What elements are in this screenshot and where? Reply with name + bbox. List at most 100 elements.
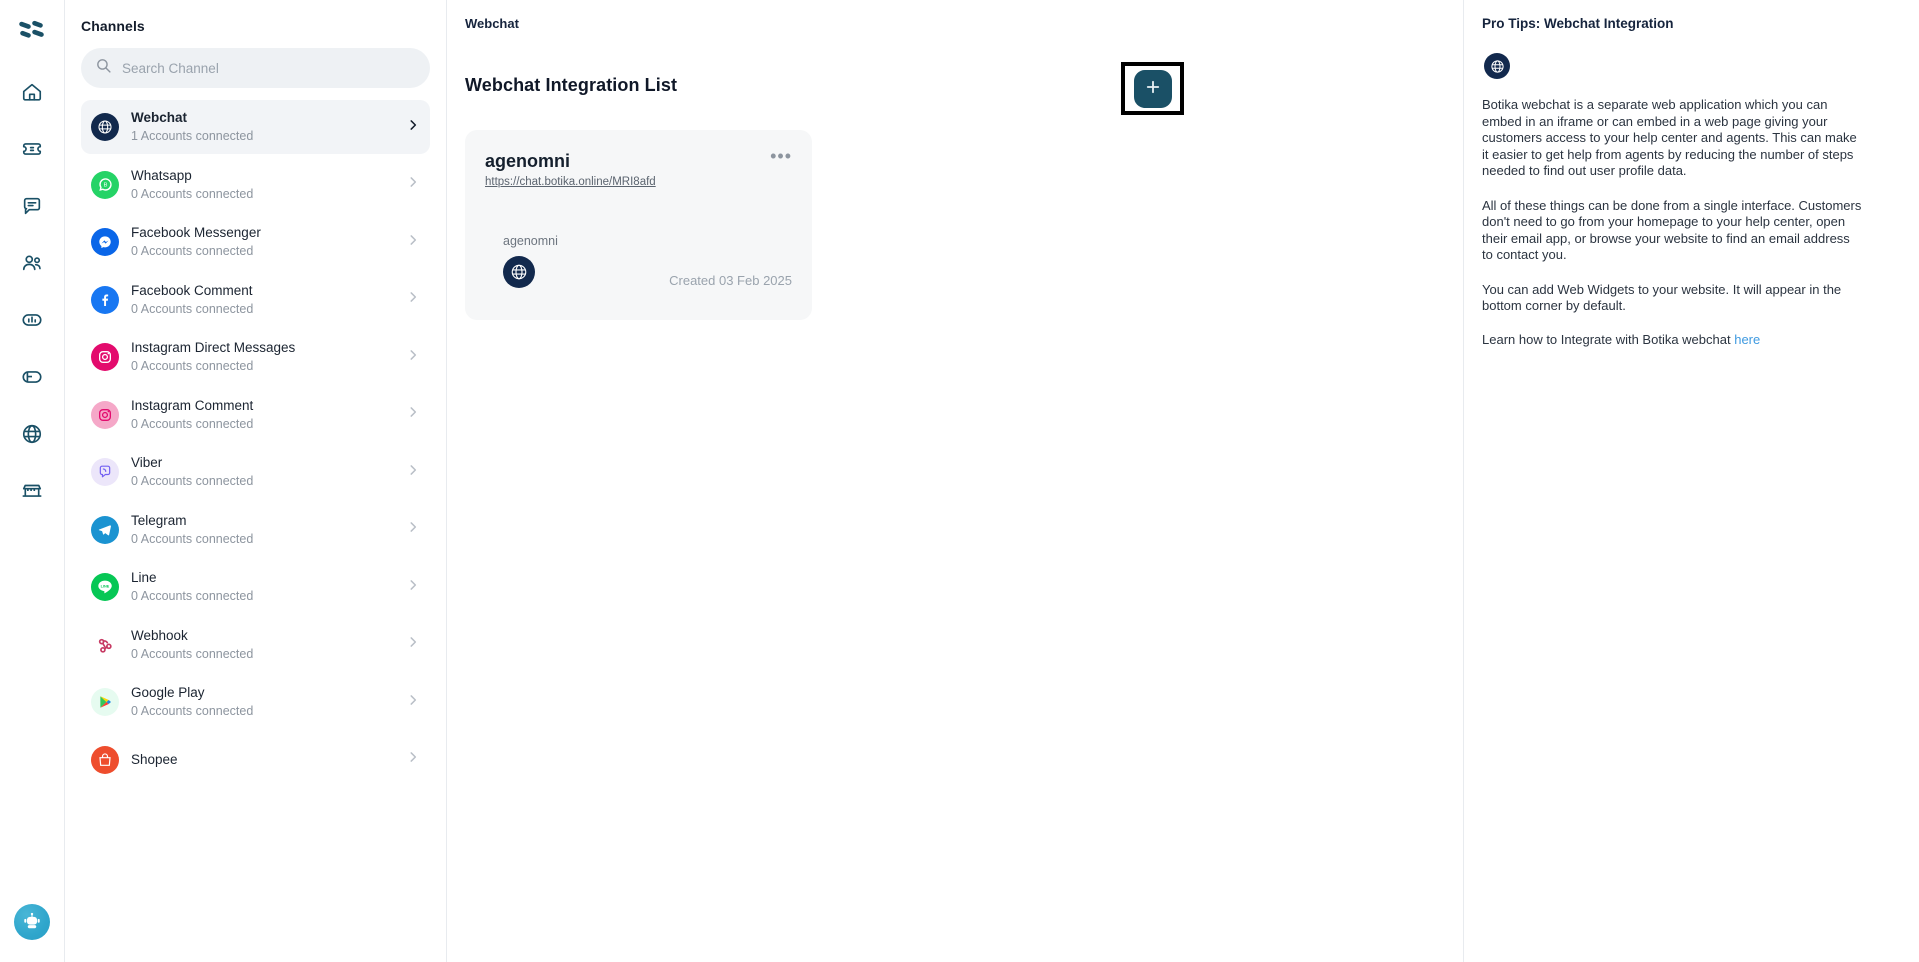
sidebar-item-campaign[interactable] bbox=[12, 357, 52, 397]
channel-name: Viber bbox=[131, 455, 163, 470]
channel-name: Facebook Comment bbox=[131, 282, 253, 298]
line-icon: LINE bbox=[91, 573, 119, 601]
botika-logo[interactable] bbox=[12, 10, 52, 54]
channel-text: Google Play 0 Accounts connected bbox=[131, 684, 394, 720]
sidebar-item-chat[interactable] bbox=[12, 186, 52, 226]
sidebar-item-analytics[interactable] bbox=[12, 300, 52, 340]
channels-heading: Channels bbox=[81, 18, 145, 34]
channel-item-webchat[interactable]: Webchat 1 Accounts connected bbox=[81, 100, 430, 154]
channel-text: Webhook 0 Accounts connected bbox=[131, 627, 394, 663]
channel-text: Facebook Messenger 0 Accounts connected bbox=[131, 224, 394, 260]
shopee-icon bbox=[91, 745, 119, 774]
telegram-icon bbox=[91, 515, 119, 544]
card-account-name: agenomni bbox=[503, 234, 558, 248]
chevron-right-icon bbox=[406, 348, 420, 367]
globe-icon bbox=[91, 113, 119, 141]
pro-tips-learn-more: Learn how to Integrate with Botika webch… bbox=[1482, 332, 1864, 349]
analytics-icon bbox=[21, 309, 43, 331]
channel-text: Shopee bbox=[131, 751, 394, 769]
viber-icon bbox=[91, 458, 119, 486]
chevron-right-icon bbox=[406, 463, 420, 482]
sidebar-item-store[interactable] bbox=[12, 471, 52, 511]
channel-subtitle: 0 Accounts connected bbox=[131, 244, 254, 258]
campaign-icon bbox=[21, 366, 43, 388]
search-container bbox=[65, 34, 446, 88]
globe-icon bbox=[21, 423, 43, 445]
channel-item-facebook-messenger[interactable]: Facebook Messenger 0 Accounts connected bbox=[81, 215, 430, 269]
integration-card-list: agenomni https://chat.botika.online/MRI8… bbox=[447, 96, 1463, 320]
chevron-right-icon bbox=[406, 750, 420, 769]
pro-tips-paragraph-3: You can add Web Widgets to your website.… bbox=[1482, 281, 1842, 314]
channel-subtitle: 0 Accounts connected bbox=[131, 359, 254, 373]
channel-text: Telegram 0 Accounts connected bbox=[131, 512, 394, 548]
channel-item-whatsapp[interactable]: B Whatsapp 0 Accounts connected bbox=[81, 158, 430, 212]
chevron-right-icon bbox=[406, 693, 420, 712]
learn-more-text: Learn how to Integrate with Botika webch… bbox=[1482, 331, 1735, 347]
channel-name: Webchat bbox=[131, 110, 188, 125]
contacts-icon bbox=[21, 252, 43, 274]
chevron-right-icon bbox=[406, 635, 420, 654]
channel-name: Google Play bbox=[131, 685, 205, 700]
facebook-icon bbox=[91, 285, 119, 314]
integration-card[interactable]: agenomni https://chat.botika.online/MRI8… bbox=[465, 130, 812, 320]
google-play-icon bbox=[91, 688, 119, 716]
channel-item-instagram-comment[interactable]: Instagram Comment 0 Accounts connected bbox=[81, 388, 430, 442]
search-channel-input[interactable] bbox=[122, 60, 416, 76]
card-header: agenomni https://chat.botika.online/MRI8… bbox=[485, 147, 792, 190]
channel-name: Line bbox=[131, 570, 157, 585]
channel-subtitle: 0 Accounts connected bbox=[131, 646, 254, 661]
channel-subtitle: 0 Accounts connected bbox=[131, 186, 254, 201]
card-more-options-icon[interactable]: ••• bbox=[770, 147, 792, 165]
search-channel-box[interactable] bbox=[81, 48, 430, 88]
chevron-right-icon bbox=[406, 175, 420, 194]
learn-more-link[interactable]: here bbox=[1734, 332, 1760, 347]
plus-icon bbox=[1144, 78, 1162, 99]
sidebar-item-contacts[interactable] bbox=[12, 243, 52, 283]
pro-tips-title: Pro Tips: Webchat Integration bbox=[1482, 16, 1674, 31]
channel-item-instagram-dm[interactable]: Instagram Direct Messages 0 Accounts con… bbox=[81, 330, 430, 384]
channel-item-google-play[interactable]: Google Play 0 Accounts connected bbox=[81, 675, 430, 729]
sidebar-item-tickets[interactable] bbox=[12, 129, 52, 169]
channel-item-telegram[interactable]: Telegram 0 Accounts connected bbox=[81, 503, 430, 557]
channel-subtitle: 0 Accounts connected bbox=[131, 416, 254, 431]
channel-subtitle: 0 Accounts connected bbox=[131, 589, 254, 603]
channel-subtitle: 0 Accounts connected bbox=[131, 531, 254, 546]
home-icon bbox=[21, 81, 43, 103]
channel-item-facebook-comment[interactable]: Facebook Comment 0 Accounts connected bbox=[81, 273, 430, 327]
sidebar-item-channels[interactable] bbox=[12, 414, 52, 454]
robot-avatar[interactable] bbox=[14, 904, 50, 940]
instagram-light-icon bbox=[91, 400, 119, 429]
store-icon bbox=[21, 480, 43, 502]
chevron-right-icon bbox=[406, 290, 420, 309]
pro-tips-paragraph-1: Botika webchat is a separate web applica… bbox=[1482, 97, 1857, 178]
channel-text: Instagram Comment 0 Accounts connected bbox=[131, 397, 394, 433]
channel-item-line[interactable]: LINE Line 0 Accounts connected bbox=[81, 560, 430, 614]
primary-nav-rail bbox=[0, 0, 65, 962]
channel-item-shopee[interactable]: Shopee bbox=[81, 733, 430, 787]
sidebar-item-home[interactable] bbox=[12, 72, 52, 112]
channel-text: Webchat 1 Accounts connected bbox=[131, 109, 394, 145]
chevron-right-icon bbox=[406, 233, 420, 252]
channel-name: Facebook Messenger bbox=[131, 225, 261, 240]
channel-text: Facebook Comment 0 Accounts connected bbox=[131, 282, 394, 318]
ticket-icon bbox=[21, 138, 43, 160]
card-title: agenomni bbox=[485, 151, 571, 171]
channel-list: Webchat 1 Accounts connected B Whatsapp … bbox=[65, 100, 446, 962]
whatsapp-icon: B bbox=[91, 170, 119, 199]
channel-item-viber[interactable]: Viber 0 Accounts connected bbox=[81, 445, 430, 499]
add-integration-highlight bbox=[1121, 62, 1184, 115]
pro-tips-paragraph-2: All of these things can be done from a s… bbox=[1482, 197, 1862, 263]
channel-name: Instagram Comment bbox=[131, 397, 254, 413]
channels-panel: Channels Webch bbox=[65, 0, 447, 962]
breadcrumb: Webchat bbox=[465, 16, 519, 31]
channel-item-webhook[interactable]: Webhook 0 Accounts connected bbox=[81, 618, 430, 672]
chevron-right-icon bbox=[406, 405, 420, 424]
user-avatar-container bbox=[14, 904, 50, 940]
page-title: Webchat Integration List bbox=[465, 75, 678, 95]
svg-text:B: B bbox=[103, 183, 107, 189]
search-icon bbox=[95, 57, 112, 79]
channel-subtitle: 0 Accounts connected bbox=[131, 301, 254, 316]
card-url-link[interactable]: https://chat.botika.online/MRI8afd bbox=[485, 176, 656, 188]
globe-icon bbox=[1484, 53, 1510, 79]
add-integration-button[interactable] bbox=[1133, 69, 1172, 108]
